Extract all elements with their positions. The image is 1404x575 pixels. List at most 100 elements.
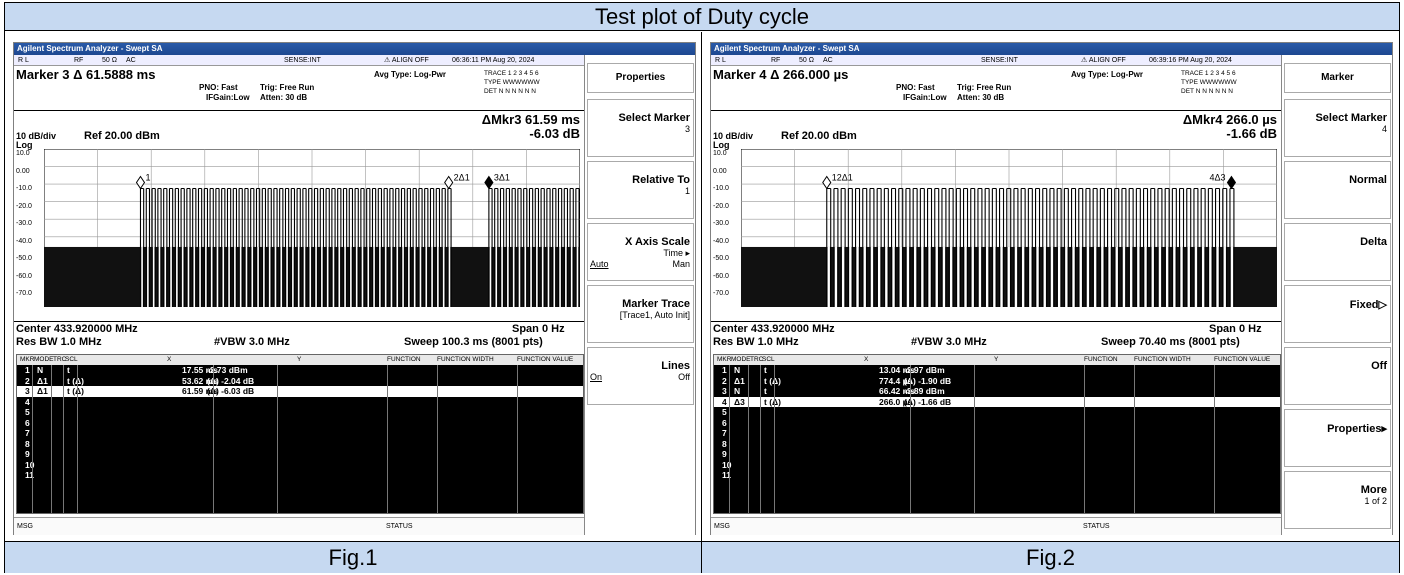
table-row: 8: [714, 439, 1280, 450]
pulse-gap: [152, 246, 155, 307]
softkey-relative-to[interactable]: Relative To 1: [587, 161, 694, 219]
softkey-select-marker[interactable]: Select Marker 3: [587, 99, 694, 157]
y-tick-label: 0.00: [713, 167, 727, 175]
message-bar: MSG STATUS: [711, 517, 1281, 535]
det-info: DET N N N N N N: [484, 88, 536, 95]
pulse-gap: [512, 246, 515, 307]
scl-cell: t (Δ): [764, 375, 781, 386]
softkey-panel: Properties Select Marker 3 Relative To 1 X Ax…: [584, 55, 695, 535]
figure-panel-1: Agilent Spectrum Analyzer - Swept SA R LR…: [5, 32, 702, 541]
pulse-gap: [964, 246, 967, 307]
pulse-gap: [1230, 246, 1234, 307]
pulse-gap: [396, 246, 399, 307]
mkr-number: 3: [722, 386, 727, 396]
y-tick-label: -30.0: [16, 220, 32, 227]
pulse-gap: [326, 246, 329, 307]
pulse-gap: [1223, 246, 1226, 307]
scl-cell: t (Δ): [67, 375, 84, 386]
det-info: DET N N N N N N: [1181, 88, 1233, 95]
y-tick-label: -10.0: [713, 185, 729, 192]
pulse-gap: [1209, 246, 1212, 307]
delta-marker-time: ΔMkr4 266.0 µs: [1182, 112, 1277, 127]
pulse-gap: [1065, 246, 1068, 307]
pulse-gap: [367, 246, 370, 307]
impedance-indicator: 50 Ω: [102, 57, 117, 64]
y-tick-label: -70.0: [713, 290, 729, 297]
pulse-gap: [1115, 246, 1118, 307]
table-column-divider: [437, 365, 438, 513]
pulse-gap: [553, 246, 556, 307]
softkey-sub: 1 of 2: [1364, 496, 1387, 506]
pulse-gap: [559, 246, 561, 307]
pulse-gap: [425, 246, 428, 307]
pulse-gap: [280, 246, 283, 307]
softkey-options: On Off: [588, 372, 690, 382]
y-tick-label: -40.0: [16, 237, 32, 245]
softkey-label: Relative To: [632, 174, 690, 186]
table-row: 4: [17, 397, 583, 408]
pulse-gap: [205, 246, 207, 307]
pulse-gap: [921, 246, 924, 307]
impedance-indicator: 50 Ω: [799, 57, 814, 64]
column-header: X: [864, 356, 869, 363]
pulse-gap: [355, 246, 358, 307]
pulse-gap: [263, 246, 265, 307]
column-header: FUNCTION VALUE: [1214, 356, 1271, 363]
option-a: Auto: [590, 259, 609, 269]
pulse-gap: [384, 246, 387, 307]
mkr-number: 1: [25, 365, 30, 375]
pulse-gap: [565, 246, 567, 307]
caption-bar: Fig.1 Fig.2: [5, 541, 1399, 573]
table-column-divider: [748, 365, 749, 513]
status-bar: R L RF 50 Ω AC SENSE:INT ⚠ ALIGN OFF 06:36:11 …: [14, 55, 584, 66]
softkey-lines[interactable]: Lines On Off: [587, 347, 694, 405]
table-column-divider: [729, 365, 730, 513]
mkr-number: 7: [25, 428, 30, 438]
softkey-marker-trace[interactable]: Marker Trace [Trace1, Auto Init]: [587, 285, 694, 343]
figure-caption-1: Fig.1: [5, 542, 702, 573]
pulse-gap: [164, 246, 167, 307]
pulse-gap: [899, 246, 902, 307]
vbw-label: #VBW 3.0 MHz: [214, 336, 290, 348]
pulse-gap: [1108, 246, 1111, 307]
mode-cell: Δ1: [37, 375, 48, 386]
scl-cell: t: [764, 386, 767, 396]
softkey-normal[interactable]: Normal: [1284, 161, 1391, 219]
mode-cell: Δ1: [37, 386, 48, 396]
softkey-label: Normal: [1349, 174, 1387, 186]
pulse-gap: [268, 246, 271, 307]
y-value: (Δ) -6.03 dB: [207, 386, 255, 396]
mkr-number: 6: [25, 417, 30, 428]
softkey-properties-[interactable]: Properties▸: [1284, 409, 1391, 467]
softkey-fixed-[interactable]: Fixed▷: [1284, 285, 1391, 343]
softkey-menu-title: Marker: [1284, 63, 1391, 93]
trace-footer: Center 433.920000 MHz Span 0 Hz Res BW 1.0…: [14, 323, 584, 351]
softkey-select-marker[interactable]: Select Marker 4: [1284, 99, 1391, 157]
pulse-gap: [501, 246, 503, 307]
pulse-gap: [1180, 246, 1183, 307]
softkey-menu-title: Properties: [587, 63, 694, 93]
pulse-gap: [210, 246, 213, 307]
vbw-label: #VBW 3.0 MHz: [911, 336, 987, 348]
pulse-gap: [536, 246, 538, 307]
rf-indicator: RF: [771, 57, 781, 64]
trace-footer: Center 433.920000 MHz Span 0 Hz Res BW 1.0…: [711, 323, 1281, 351]
table-row: 5: [17, 407, 583, 418]
table-column-divider: [1084, 365, 1085, 513]
pulse-gap: [1086, 246, 1090, 307]
span-label: Span 0 Hz: [1209, 323, 1262, 335]
pulse-gap: [437, 246, 439, 307]
sweep-label: Sweep 70.40 ms (8001 pts): [1101, 336, 1240, 348]
pulse-gap: [141, 246, 143, 307]
pulse-gap: [877, 246, 881, 307]
softkey-sub: 3: [684, 124, 690, 134]
softkey-delta[interactable]: Delta: [1284, 223, 1391, 281]
softkey-more[interactable]: More 1 of 2: [1284, 471, 1391, 529]
sweep-label: Sweep 100.3 ms (8001 pts): [404, 336, 543, 348]
pulse-gap: [489, 246, 492, 307]
pulse-gap: [547, 246, 550, 307]
table-row: 8: [17, 439, 583, 450]
softkey-off[interactable]: Off: [1284, 347, 1391, 405]
softkey-x-axis-scale[interactable]: X Axis Scale Time ▸ Auto Man: [587, 223, 694, 281]
table-column-divider: [760, 365, 761, 513]
